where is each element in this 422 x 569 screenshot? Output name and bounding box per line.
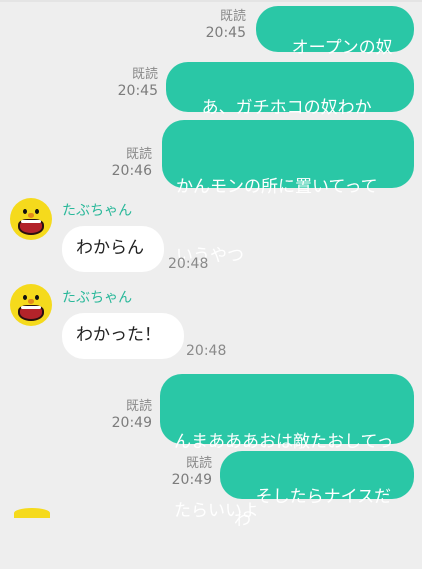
- message-time: 20:49: [171, 472, 212, 488]
- message-time: 20:45: [117, 83, 158, 99]
- message-text: わからん: [76, 238, 144, 258]
- read-receipt: 既読: [131, 67, 158, 82]
- avatar[interactable]: [10, 284, 52, 326]
- message-text: わかった！: [76, 325, 161, 345]
- message-text: そしたらナイスだわ: [234, 487, 392, 530]
- my-message-bubble[interactable]: オープンの奴で: [256, 6, 414, 81]
- message-meta: 既読 20:45: [186, 8, 246, 42]
- my-message-bubble[interactable]: あ、ガチホコの奴わかる？: [166, 62, 414, 141]
- message-meta: 既読 20:45: [98, 66, 158, 100]
- avatar[interactable]: [10, 198, 52, 240]
- their-message-bubble[interactable]: わからん: [62, 226, 164, 272]
- read-receipt: 既読: [185, 456, 212, 471]
- partial-avatar: [14, 508, 50, 518]
- read-receipt: 既読: [125, 147, 152, 162]
- message-meta: 既読 20:46: [92, 146, 152, 180]
- message-text-line: かんモンの所に置いてって: [176, 177, 378, 197]
- my-message-bubble[interactable]: かんモンの所に置いてって いうやつ: [162, 120, 414, 266]
- message-time: 20:46: [111, 163, 152, 179]
- my-message-bubble[interactable]: そしたらナイスだわ: [220, 451, 414, 530]
- read-receipt: 既読: [219, 9, 246, 24]
- my-message-bubble[interactable]: んまあああおは敵たおしてっ たらいいよ: [160, 374, 414, 521]
- read-receipt: 既読: [125, 399, 152, 414]
- message-time: 20:45: [205, 25, 246, 41]
- sender-name: たぶちゃん: [62, 203, 133, 219]
- message-meta: 既読 20:49: [92, 398, 152, 432]
- message-time: 20:48: [186, 343, 227, 359]
- message-text-line: いうやつ: [176, 246, 244, 266]
- chat-thread[interactable]: 既読 20:45 オープンの奴で 既読 20:45 あ、ガチホコの奴わかる？ 既…: [0, 0, 422, 530]
- their-message-bubble[interactable]: わかった！: [62, 313, 184, 359]
- message-time: 20:49: [111, 415, 152, 431]
- message-time: 20:48: [168, 256, 209, 272]
- message-meta: 既読 20:49: [152, 455, 212, 489]
- top-divider: [0, 0, 422, 2]
- sender-name: たぶちゃん: [62, 290, 133, 306]
